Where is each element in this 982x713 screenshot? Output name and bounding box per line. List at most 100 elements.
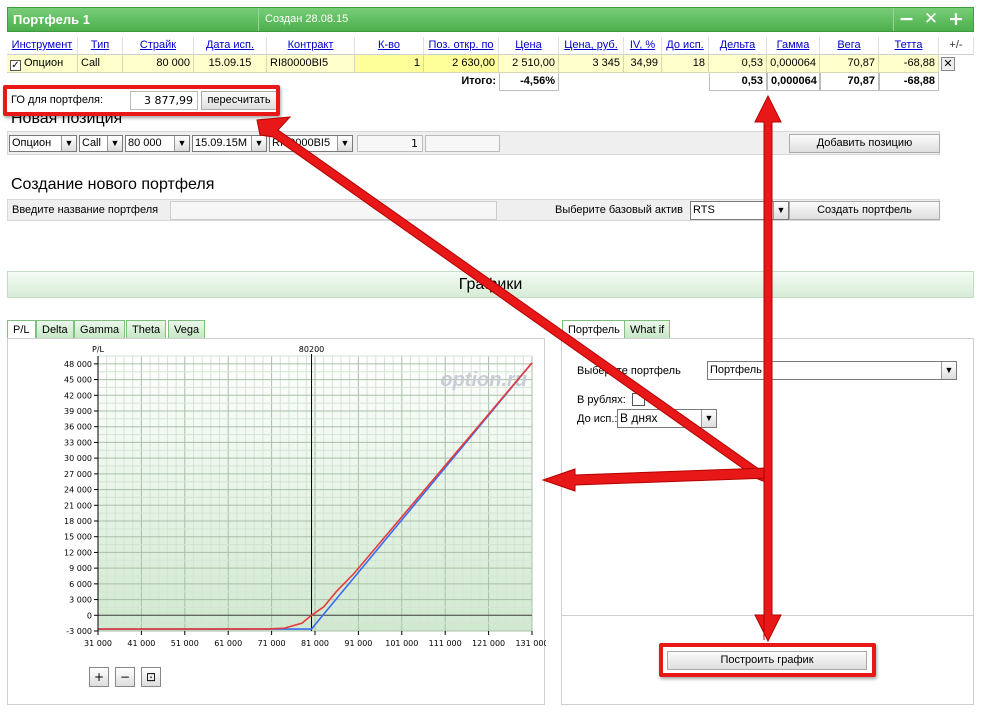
instrument-cell[interactable]: ✓ Опцион — [7, 55, 78, 73]
chevron-down-icon: ▼ — [61, 136, 76, 151]
x-tick-label: 101 000 — [385, 639, 418, 648]
tab-pl[interactable]: P/L — [7, 320, 36, 339]
column-header[interactable]: Контракт — [267, 37, 355, 55]
recalculate-button[interactable]: пересчитать — [201, 91, 277, 110]
y-tick-label: 6 000 — [69, 580, 92, 589]
price-cell: 2 510,00 — [499, 55, 559, 73]
add-icon[interactable]: + — [943, 8, 969, 31]
new-position-title: Новая позиция — [11, 110, 123, 127]
totals-vega: 70,87 — [820, 73, 879, 91]
qty-cell[interactable]: 1 — [355, 55, 424, 73]
to-exp-select[interactable]: В днях ▼ — [617, 409, 717, 428]
strike-select[interactable]: 80 000 ▼ — [125, 135, 190, 152]
tab-what-if[interactable]: What if — [624, 320, 671, 339]
column-header[interactable]: IV, % — [624, 37, 662, 55]
totals-row: Итого: -4,56% 0,53 0,000064 70,87 -68,88 — [7, 73, 974, 91]
y-tick-label: 24 000 — [64, 486, 92, 495]
y-tick-label: 48 000 — [64, 360, 92, 369]
totals-price: -4,56% — [499, 73, 559, 91]
tab-vega[interactable]: Vega — [168, 320, 206, 339]
gamma-cell: 0,000064 — [767, 55, 820, 73]
delta-cell: 0,53 — [709, 55, 767, 73]
watermark: option.ru — [440, 369, 527, 391]
x-tick-label: 111 000 — [429, 639, 462, 648]
tab-theta[interactable]: Theta — [126, 320, 167, 339]
x-tick-label: 121 000 — [472, 639, 505, 648]
x-tick-label: 131 000 — [515, 639, 546, 648]
zoom-in-icon[interactable]: + — [89, 667, 109, 687]
y-tick-label: 18 000 — [64, 517, 92, 526]
date-select[interactable]: 15.09.15M ▼ — [192, 135, 267, 152]
portfolio-select[interactable]: Портфель ▼ — [707, 361, 957, 380]
open-price-cell[interactable]: 2 630,00 — [424, 55, 499, 73]
chevron-down-icon: ▼ — [941, 362, 956, 379]
strike-cell: 80 000 — [123, 55, 194, 73]
column-header[interactable]: Страйк — [123, 37, 194, 55]
x-tick-label: 41 000 — [127, 639, 155, 648]
y-tick-label: 15 000 — [64, 533, 92, 542]
type-select-value: Call — [82, 137, 101, 149]
go-value: 3 877,99 — [130, 91, 198, 110]
instrument-select[interactable]: Опцион ▼ — [9, 135, 77, 152]
charts-section-title: Графики — [7, 271, 974, 298]
column-header[interactable]: Поз. откр. по — [424, 37, 499, 55]
open-price-input[interactable] — [425, 135, 500, 152]
portfolio-select-value: Портфель — [710, 364, 762, 376]
column-header[interactable]: Цена, руб. — [559, 37, 624, 55]
y-tick-label: -3 000 — [66, 627, 92, 636]
y-tick-label: 39 000 — [64, 407, 92, 416]
tab-gamma[interactable]: Gamma — [74, 320, 126, 339]
zoom-out-icon[interactable]: − — [115, 667, 135, 687]
column-header[interactable]: К-во — [355, 37, 424, 55]
y-tick-label: 9 000 — [69, 564, 92, 573]
exp-date-cell: 15.09.15 — [194, 55, 267, 73]
column-header[interactable]: До исп. — [662, 37, 709, 55]
in-rubles-checkbox[interactable] — [632, 393, 645, 406]
tab-portfolio[interactable]: Портфель — [562, 320, 626, 339]
column-header[interactable]: Тетта — [879, 37, 939, 55]
column-header[interactable]: Дельта — [709, 37, 767, 55]
table-row: ✓ Опцион Call 80 000 15.09.15 RI80000BI5 … — [7, 55, 974, 73]
add-position-button[interactable]: Добавить позицию — [789, 134, 940, 153]
column-header[interactable]: Гамма — [767, 37, 820, 55]
select-portfolio-label: Выберите портфель — [577, 365, 681, 377]
pl-chart-panel: option.ru -3 000 0 3 000 6 000 9 000 12 000 15… — [7, 338, 546, 705]
instrument-value: Опцион — [24, 57, 64, 69]
column-header[interactable]: Инструмент — [7, 37, 78, 55]
chevron-down-icon: ▼ — [107, 136, 122, 151]
positions-table: Инструмент Тип Страйк Дата исп. Контракт… — [7, 37, 974, 91]
totals-label: Итого: — [461, 75, 496, 87]
build-chart-button[interactable]: Построить график — [667, 651, 867, 670]
type-select[interactable]: Call ▼ — [79, 135, 123, 152]
theta-cell: -68,88 — [879, 55, 939, 73]
portfolio-name-input[interactable] — [170, 201, 497, 220]
row-checkbox[interactable]: ✓ — [10, 60, 21, 71]
totals-gamma: 0,000064 — [767, 73, 820, 91]
close-icon[interactable]: ✕ — [918, 8, 944, 31]
contract-select[interactable]: RI80000BI5 ▼ — [269, 135, 353, 152]
type-cell: Call — [78, 55, 123, 73]
remove-row-icon[interactable]: ✕ — [941, 57, 955, 71]
column-header[interactable]: Цена — [499, 37, 559, 55]
contract-select-value: RI80000BI5 — [272, 137, 331, 149]
tab-delta[interactable]: Delta — [36, 320, 74, 339]
minimize-icon[interactable]: − — [893, 8, 919, 31]
strike-select-value: 80 000 — [128, 137, 162, 149]
pl-chart: option.ru -3 000 0 3 000 6 000 9 000 12 000 15… — [64, 345, 546, 648]
base-asset-select-value: RTS — [693, 204, 715, 216]
y-axis-ticks: -3 000 0 3 000 6 000 9 000 12 000 15 000 18 000… — [64, 360, 98, 636]
column-header[interactable]: Тип — [78, 37, 123, 55]
to-exp-select-value: В днях — [620, 411, 658, 425]
create-portfolio-button[interactable]: Создать портфель — [789, 201, 940, 220]
portfolio-title: Портфель 1 — [13, 12, 90, 27]
base-asset-select[interactable]: RTS ▼ — [690, 201, 789, 220]
zoom-fit-icon[interactable]: ⊡ — [141, 667, 161, 687]
days-cell: 18 — [662, 55, 709, 73]
qty-input[interactable]: 1 — [357, 135, 423, 152]
vega-cell: 70,87 — [820, 55, 879, 73]
new-position-form: Опцион ▼ Call ▼ 80 000 ▼ 15.09.15M ▼ RI80000… — [7, 131, 940, 155]
column-header[interactable]: Вега — [820, 37, 879, 55]
column-header[interactable]: Дата исп. — [194, 37, 267, 55]
chart-settings-panel: Выберите портфель Портфель ▼ В рублях: До… — [561, 338, 974, 705]
y-tick-label: 36 000 — [64, 423, 92, 432]
